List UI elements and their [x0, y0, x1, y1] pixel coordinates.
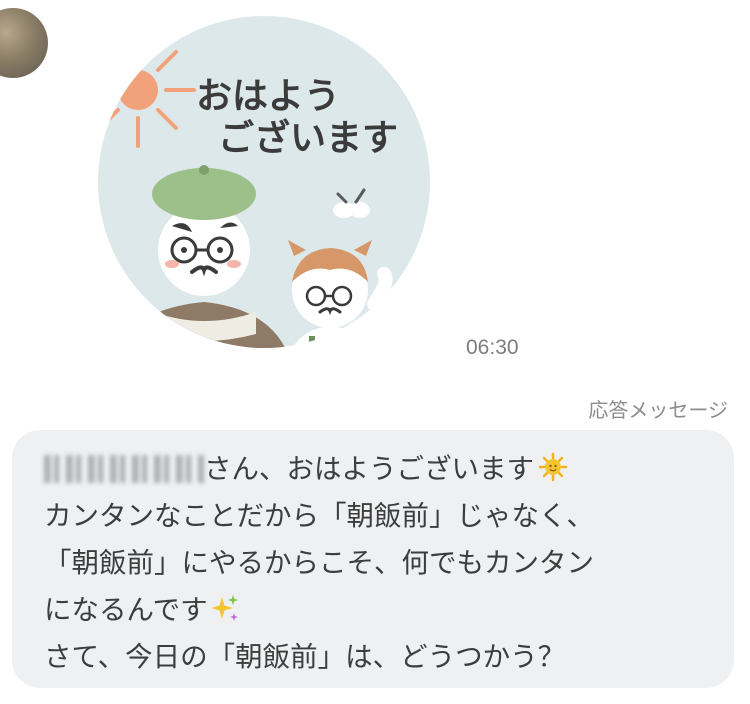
message-line-1: さん、おはようございます	[44, 446, 724, 493]
sparkles-emoji-icon	[210, 595, 238, 621]
message-line-4-text: になるんです	[44, 594, 208, 626]
sticker-text-line1: おはよう	[196, 76, 340, 117]
sun-emoji-icon	[538, 452, 568, 482]
greeting-text: さん、おはようございます	[204, 453, 534, 485]
message-line-5: さて、今日の「朝飯前」は、どうつかう？	[44, 641, 566, 673]
message-line-2: カンタンなことだから「朝飯前」じゃなく、	[44, 500, 594, 532]
auto-reply-label: 応答メッセージ	[588, 398, 728, 422]
message-timestamp: 06:30	[466, 336, 519, 359]
blurred-user-name	[44, 455, 204, 483]
message-text: さん、おはようございます カンタンなことだから「朝飯前」じゃなく、 「朝飯前」に…	[44, 446, 724, 681]
message-line-4: になるんです	[44, 587, 724, 634]
good-morning-sticker: おはよう ございます	[98, 16, 430, 348]
sticker-text-line2: ございます	[218, 117, 398, 159]
message-line-3: 「朝飯前」にやるからこそ、何でもカンタン	[44, 547, 594, 579]
avatar[interactable]	[0, 8, 48, 78]
